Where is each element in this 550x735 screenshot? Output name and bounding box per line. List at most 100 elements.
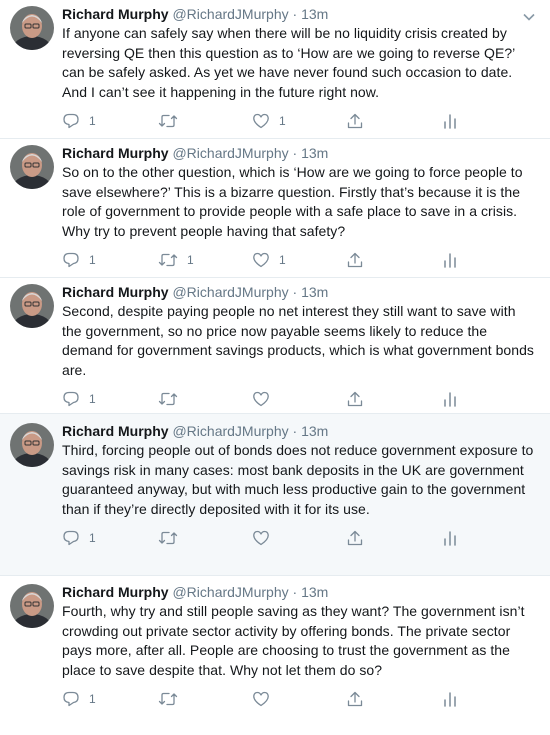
analytics-button[interactable] [442,684,458,714]
share-icon [347,253,363,268]
like-button[interactable] [252,384,279,414]
separator-dot: · [292,423,298,439]
avatar[interactable] [10,584,54,628]
timestamp[interactable]: 13m [301,584,328,600]
share-button[interactable] [346,106,364,136]
separator-dot: · [292,284,298,300]
reply-count: 1 [89,392,96,407]
reply-count: 1 [89,253,96,268]
tweet-text: Second, despite paying people no net int… [62,303,534,378]
avatar[interactable] [10,6,54,50]
reply-icon [63,392,79,407]
retweet-icon [158,532,178,545]
retweet-button[interactable] [158,106,187,136]
analytics-icon [444,392,456,408]
reply-icon [63,253,79,268]
tweet[interactable]: Richard Murphy @RichardJMurphy · 13m So … [0,139,550,278]
timestamp[interactable]: 13m [301,6,328,22]
share-icon [347,392,363,407]
share-button[interactable] [346,384,364,414]
retweet-button[interactable] [158,523,187,553]
retweet-icon [158,115,178,128]
reply-button[interactable]: 1 [62,106,96,136]
tweet-header: Richard Murphy @RichardJMurphy · 13m [62,5,536,23]
avatar[interactable] [10,145,54,189]
share-icon [347,114,363,129]
share-icon [347,531,363,546]
heart-icon [253,253,269,268]
avatar[interactable] [10,423,54,467]
tweet-text: If anyone can safely say when there will… [62,25,515,100]
separator-dot: · [292,6,298,22]
heart-icon [253,392,269,407]
like-button[interactable]: 1 [252,106,286,136]
analytics-icon [444,114,456,130]
tweet[interactable]: Richard Murphy @RichardJMurphy · 13m Sec… [0,278,550,414]
reply-count: 1 [89,692,96,707]
reply-button[interactable]: 1 [62,384,96,414]
action-bar: 1 [62,384,536,414]
tweet[interactable]: Richard Murphy @RichardJMurphy · 13m If … [0,0,550,139]
tweet-text: Fourth, why try and still people saving … [62,603,525,678]
author-handle[interactable]: @RichardJMurphy [172,145,288,161]
reply-count: 1 [89,114,96,129]
separator-dot: · [292,584,298,600]
like-button[interactable] [252,684,279,714]
avatar[interactable] [10,284,54,328]
author-handle[interactable]: @RichardJMurphy [172,423,288,439]
action-bar: 1 [62,684,536,714]
heart-icon [253,692,269,707]
reply-icon [63,531,79,546]
action-bar: 1 1 [62,106,536,136]
author-name[interactable]: Richard Murphy [62,145,169,161]
author-handle[interactable]: @RichardJMurphy [172,6,288,22]
reply-button[interactable]: 1 [62,523,96,553]
tweet-header: Richard Murphy @RichardJMurphy · 13m [62,583,536,601]
tweet-header: Richard Murphy @RichardJMurphy · 13m [62,422,536,440]
author-name[interactable]: Richard Murphy [62,284,169,300]
retweet-button[interactable] [158,684,187,714]
timestamp[interactable]: 13m [301,145,328,161]
retweet-button[interactable]: 1 [158,245,194,275]
like-count: 1 [279,253,286,268]
share-button[interactable] [346,684,364,714]
share-button[interactable] [346,523,364,553]
chevron-down-icon[interactable] [522,10,536,24]
analytics-button[interactable] [442,245,458,275]
analytics-icon [444,253,456,269]
analytics-button[interactable] [442,523,458,553]
author-name[interactable]: Richard Murphy [62,423,169,439]
author-handle[interactable]: @RichardJMurphy [172,584,288,600]
like-count: 1 [279,114,286,129]
reply-button[interactable]: 1 [62,245,96,275]
retweet-count: 1 [187,253,194,268]
author-name[interactable]: Richard Murphy [62,584,169,600]
tweet[interactable]: Richard Murphy @RichardJMurphy · 13m Thi… [0,414,550,576]
tweet-text: So on to the other question, which is ‘H… [62,164,523,239]
analytics-button[interactable] [442,106,458,136]
analytics-button[interactable] [442,384,458,414]
tweet-text: Third, forcing people out of bonds does … [62,442,534,517]
separator-dot: · [292,145,298,161]
reply-icon [63,114,79,129]
timestamp[interactable]: 13m [301,284,328,300]
like-button[interactable]: 1 [252,245,286,275]
share-icon [347,692,363,707]
timestamp[interactable]: 13m [301,423,328,439]
retweet-button[interactable] [158,384,187,414]
heart-icon [253,114,269,129]
tweet-header: Richard Murphy @RichardJMurphy · 13m [62,144,536,162]
tweet-header: Richard Murphy @RichardJMurphy · 13m [62,283,536,301]
heart-icon [253,531,269,546]
reply-button[interactable]: 1 [62,684,96,714]
action-bar: 1 [62,523,536,553]
tweet[interactable]: Richard Murphy @RichardJMurphy · 13m Fou… [0,576,550,735]
author-name[interactable]: Richard Murphy [62,6,169,22]
retweet-icon [158,693,178,706]
action-bar: 1 1 1 [62,245,536,275]
author-handle[interactable]: @RichardJMurphy [172,284,288,300]
retweet-icon [158,393,178,406]
share-button[interactable] [346,245,364,275]
like-button[interactable] [252,523,279,553]
analytics-icon [444,531,456,547]
